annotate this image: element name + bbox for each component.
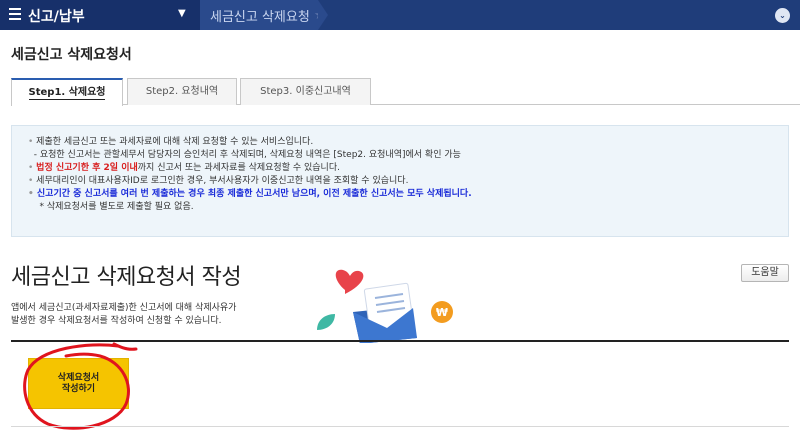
leaf-icon xyxy=(317,314,335,330)
info-line: * 삭제요청서를 별도로 제출할 필요 없음. xyxy=(28,201,788,214)
won-coin-icon: ₩ xyxy=(431,301,453,323)
top-navigation-bar: 신고/납부 ▼ 세금신고 삭제요청 ★ ⌄ xyxy=(0,0,800,30)
page-title: 세금신고 삭제요청서 xyxy=(11,47,132,63)
info-line: • 세무대리인이 대표사용자ID로 로그인한 경우, 부서사용자가 이중신고한 … xyxy=(28,176,409,186)
section-heading: 세금신고 삭제요청서 작성 xyxy=(11,265,242,290)
svg-text:₩: ₩ xyxy=(436,306,448,319)
tab-step2-label[interactable]: Step2. 요청내역 xyxy=(146,86,218,97)
info-line: - 요청한 신고서는 관할세무서 담당자의 승인처리 후 삭제되며, 삭제요청 … xyxy=(28,149,788,162)
hamburger-icon[interactable] xyxy=(9,8,21,22)
info-deadline-highlight: 법정 신고기한 후 2일 이내 xyxy=(36,163,138,173)
tab-step2[interactable]: Step2. 요청내역 xyxy=(127,78,237,105)
info-box: • 제출한 세금신고 또는 과세자료에 대해 삭제 요청할 수 있는 서비스입니… xyxy=(11,125,789,237)
envelope-icon xyxy=(353,282,417,343)
create-button-label-line2[interactable]: 작성하기 xyxy=(29,384,128,395)
info-text: - 요청한 신고서는 관할세무서 담당자의 승인처리 후 삭제되며, 삭제요청 … xyxy=(33,150,461,160)
info-line: • 제출한 세금신고 또는 과세자료에 대해 삭제 요청할 수 있는 서비스입니… xyxy=(28,137,314,147)
create-deletion-request-button[interactable]: 삭제요청서 작성하기 xyxy=(28,358,129,409)
section-description: 앱에서 세금신고(과세자료제출)한 신고서에 대해 삭제사유가 발생한 경우 삭… xyxy=(11,302,236,328)
info-warning-text: 신고기간 중 신고서를 여러 번 제출하는 경우 최종 제출한 신고서만 남으며… xyxy=(36,189,472,199)
breadcrumb-end xyxy=(318,0,328,30)
breadcrumb: 세금신고 삭제요청 ★ xyxy=(210,0,325,30)
help-button[interactable]: 도움말 xyxy=(741,264,789,282)
description-line: 앱에서 세금신고(과세자료제출)한 신고서에 대해 삭제사유가 xyxy=(11,303,237,313)
step-tabs: Step1. 삭제요청 Step2. 요청내역 Step3. 이중신고내역 xyxy=(11,78,800,106)
info-line: • 법정 신고기한 후 2일 이내까지 신고서 또는 과세자료를 삭제요청할 수… xyxy=(28,163,340,173)
info-text: 까지 신고서 또는 과세자료를 삭제요청할 수 있습니다. xyxy=(137,163,340,173)
document-illustration: ₩ xyxy=(317,269,453,343)
menu-title[interactable]: 신고/납부 xyxy=(28,6,85,26)
section-divider xyxy=(11,340,789,342)
bottom-divider xyxy=(11,426,789,427)
create-button-label-line1[interactable]: 삭제요청서 xyxy=(29,373,128,384)
info-text: 제출한 세금신고 또는 과세자료에 대해 삭제 요청할 수 있는 서비스입니다. xyxy=(36,137,314,147)
breadcrumb-current[interactable]: 세금신고 삭제요청 xyxy=(210,6,310,25)
tab-step3[interactable]: Step3. 이중신고내역 xyxy=(240,78,371,105)
caret-down-icon[interactable]: ▼ xyxy=(178,8,186,19)
info-text: * 삭제요청서를 별도로 제출할 필요 없음. xyxy=(39,202,194,212)
description-line: 발생한 경우 삭제요청서를 작성하여 신청할 수 있습니다. xyxy=(11,316,222,326)
info-line: • 신고기간 중 신고서를 여러 번 제출하는 경우 최종 제출한 신고서만 남… xyxy=(28,189,472,199)
heart-icon xyxy=(335,269,364,294)
info-text: 세무대리인이 대표사용자ID로 로그인한 경우, 부서사용자가 이중신고한 내역… xyxy=(36,176,409,186)
tab-step1[interactable]: Step1. 삭제요청 xyxy=(11,78,123,106)
main-menu-button[interactable]: 신고/납부 ▼ xyxy=(0,0,200,30)
tab-step1-label[interactable]: Step1. 삭제요청 xyxy=(28,87,106,100)
tab-step3-label[interactable]: Step3. 이중신고내역 xyxy=(260,86,351,97)
chevron-down-icon[interactable]: ⌄ xyxy=(775,8,790,23)
